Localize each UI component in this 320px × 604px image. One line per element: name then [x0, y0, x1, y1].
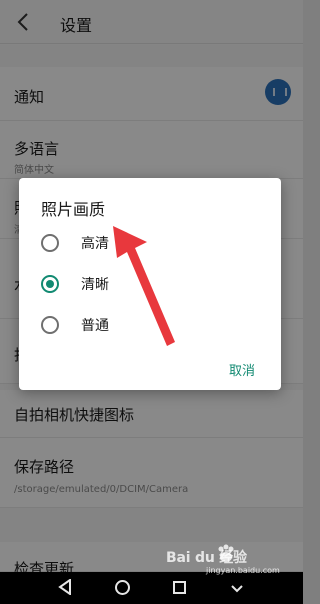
cancel-button[interactable]: 取消	[229, 360, 255, 379]
watermark-url: jingyan.baidu.com	[206, 566, 280, 575]
radio-button-selected[interactable]	[41, 275, 59, 293]
nav-home-icon[interactable]	[115, 580, 130, 595]
radio-button[interactable]	[41, 234, 59, 252]
radio-button[interactable]	[41, 316, 59, 334]
nav-recent-icon[interactable]	[173, 581, 186, 594]
dialog-title: 照片画质	[41, 200, 106, 219]
baidu-paw-icon	[218, 544, 234, 562]
annotation-arrow-icon	[113, 226, 175, 346]
nav-menu-icon[interactable]	[230, 581, 244, 595]
system-nav-bar	[0, 572, 303, 604]
nav-back-icon[interactable]	[58, 579, 72, 595]
